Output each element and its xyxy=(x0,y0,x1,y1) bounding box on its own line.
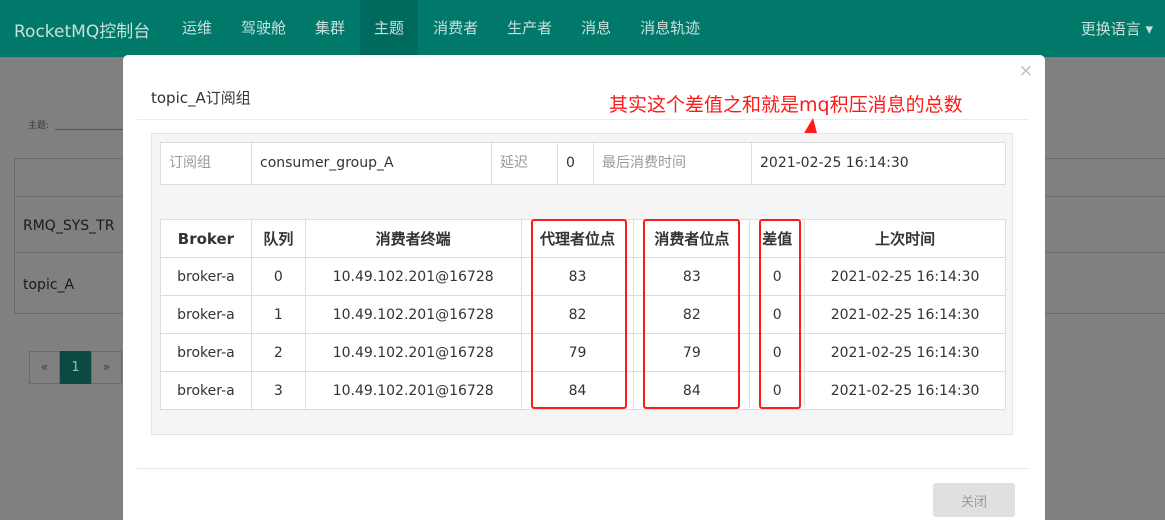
modal-footer-divider xyxy=(137,468,1029,469)
nav-item-message-trace[interactable]: 消息轨迹 xyxy=(626,0,714,57)
group-info-row: 订阅组 consumer_group_A 延迟 0 最后消费时间 2021-02… xyxy=(160,142,1006,185)
nav-item-message[interactable]: 消息 xyxy=(567,0,625,57)
group-label: 订阅组 xyxy=(161,143,252,184)
cell-broker: broker-a xyxy=(160,333,252,372)
topic-filter-input[interactable] xyxy=(55,129,125,130)
close-button[interactable]: 关闭 xyxy=(933,483,1015,517)
table-row: topic_A xyxy=(23,277,75,293)
last-consume-label: 最后消费时间 xyxy=(594,143,752,184)
nav-item-topic[interactable]: 主题 xyxy=(360,0,419,57)
modal-title: topic_A订阅组 xyxy=(151,89,251,107)
pagination-prev[interactable]: « xyxy=(29,351,60,384)
nav-item-producer[interactable]: 生产者 xyxy=(493,0,566,57)
col-header-broker: Broker xyxy=(160,219,252,258)
modal-header-divider xyxy=(137,119,1029,120)
main-nav: 运维 驾驶舱 集群 主题 消费者 生产者 消息 消息轨迹 xyxy=(168,0,715,57)
delay-label: 延迟 xyxy=(492,143,558,184)
col-header-queue: 队列 xyxy=(250,219,306,258)
cell-consumer-client: 10.49.102.201@16728 xyxy=(304,257,522,296)
nav-item-consumer[interactable]: 消费者 xyxy=(419,0,492,57)
cell-consumer-client: 10.49.102.201@16728 xyxy=(304,333,522,372)
pagination: « 1 » xyxy=(29,351,122,384)
table-row-divider xyxy=(15,252,127,253)
cell-queue: 2 xyxy=(250,333,306,372)
topic-table: RMQ_SYS_TR topic_A xyxy=(14,158,127,314)
cell-broker: broker-a xyxy=(160,371,252,410)
nav-item-dashboard[interactable]: 驾驶舱 xyxy=(227,0,300,57)
cell-broker: broker-a xyxy=(160,295,252,334)
table-row: RMQ_SYS_TR xyxy=(23,218,115,234)
cell-last-time: 2021-02-25 16:14:30 xyxy=(804,257,1006,296)
close-icon[interactable]: × xyxy=(1019,61,1033,81)
highlight-broker-offset xyxy=(531,219,627,409)
cell-queue: 3 xyxy=(250,371,306,410)
cell-last-time: 2021-02-25 16:14:30 xyxy=(804,333,1006,372)
group-value: consumer_group_A xyxy=(252,143,492,184)
cell-queue: 0 xyxy=(250,257,306,296)
language-switcher[interactable]: 更换语言 ▾ xyxy=(1081,18,1153,39)
col-header-consumer-client: 消费者终端 xyxy=(304,219,522,258)
cell-broker: broker-a xyxy=(160,257,252,296)
brand-logo[interactable]: RocketMQ控制台 xyxy=(14,17,150,42)
topic-table-right xyxy=(1043,158,1165,314)
topic-filter-label: 主题: xyxy=(28,121,50,131)
col-header-last-time: 上次时间 xyxy=(804,219,1006,258)
table-row-divider xyxy=(15,196,127,197)
table-row-divider xyxy=(1043,252,1165,253)
cell-consumer-client: 10.49.102.201@16728 xyxy=(304,371,522,410)
highlight-diff xyxy=(759,219,801,409)
delay-value: 0 xyxy=(558,143,594,184)
table-row-divider xyxy=(1043,196,1165,197)
nav-item-cluster[interactable]: 集群 xyxy=(301,0,359,57)
last-consume-value: 2021-02-25 16:14:30 xyxy=(760,155,909,171)
highlight-consumer-offset xyxy=(643,219,740,409)
cell-consumer-client: 10.49.102.201@16728 xyxy=(304,295,522,334)
subscription-group-modal: × topic_A订阅组 其实这个差值之和就是mq积压消息的总数 订阅组 con… xyxy=(123,55,1045,520)
cell-queue: 1 xyxy=(250,295,306,334)
navbar: RocketMQ控制台 运维 驾驶舱 集群 主题 消费者 生产者 消息 消息轨迹… xyxy=(0,0,1165,57)
pagination-next[interactable]: » xyxy=(91,351,122,384)
cell-last-time: 2021-02-25 16:14:30 xyxy=(804,295,1006,334)
pagination-page-1[interactable]: 1 xyxy=(60,351,91,384)
cell-last-time: 2021-02-25 16:14:30 xyxy=(804,371,1006,410)
nav-item-ops[interactable]: 运维 xyxy=(168,0,226,57)
